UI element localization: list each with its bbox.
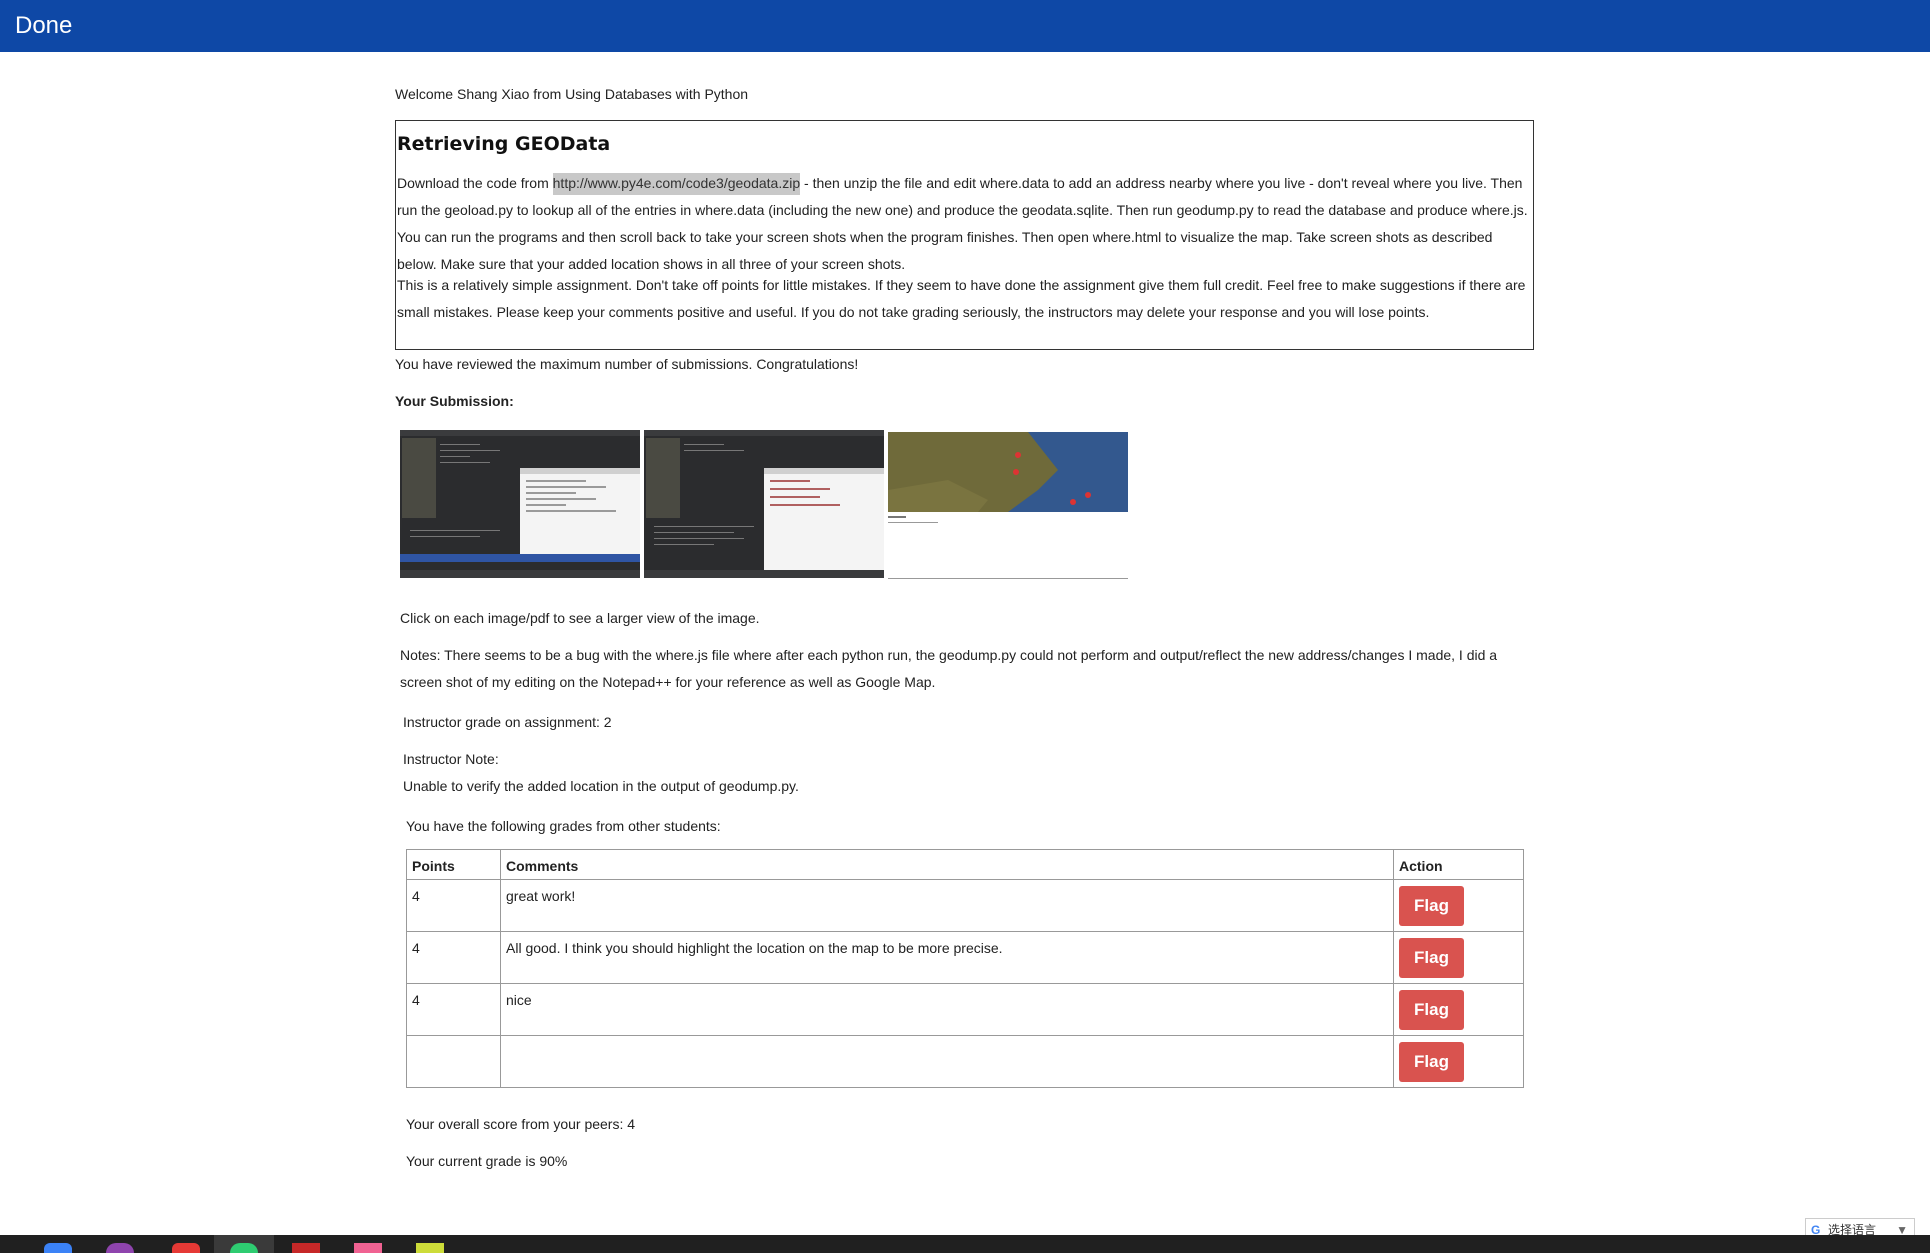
column-header-action: Action: [1393, 849, 1524, 880]
table-row: 4 All good. I think you should highlight…: [406, 931, 1524, 984]
instructor-note: Unable to verify the added location in t…: [403, 778, 799, 794]
points-cell: 4: [406, 983, 501, 1036]
map-thumbnail-icon: [888, 432, 1128, 523]
current-grade: Your current grade is 90%: [406, 1153, 568, 1169]
action-cell: Flag: [1393, 983, 1524, 1036]
assignment-box: Retrieving GEOData Download the code fro…: [395, 120, 1534, 350]
taskbar-app-icon[interactable]: [416, 1243, 444, 1253]
assignment-title: Retrieving GEOData: [397, 133, 611, 155]
os-taskbar: [0, 1235, 1930, 1253]
column-header-points: Points: [406, 849, 501, 880]
taskbar-app-icon[interactable]: [354, 1243, 382, 1253]
comment-cell: nice: [500, 983, 1394, 1036]
reviewed-message: You have reviewed the maximum number of …: [395, 356, 859, 372]
flag-button[interactable]: Flag: [1399, 1042, 1464, 1082]
comment-cell: great work!: [500, 879, 1394, 932]
flag-button[interactable]: Flag: [1399, 990, 1464, 1030]
taskbar-app-icon[interactable]: [230, 1243, 258, 1253]
submission-label: Your Submission:: [395, 393, 514, 409]
table-header-row: Points Comments Action: [406, 849, 1524, 880]
overall-peer-score: Your overall score from your peers: 4: [406, 1116, 636, 1132]
action-cell: Flag: [1393, 931, 1524, 984]
comment-cell: [500, 1035, 1394, 1088]
submission-image-1[interactable]: [400, 430, 640, 578]
table-row: 4 great work! Flag: [406, 879, 1524, 932]
taskbar-app-icon[interactable]: [106, 1243, 134, 1253]
taskbar-app-icon[interactable]: [172, 1243, 200, 1253]
flag-button[interactable]: Flag: [1399, 938, 1464, 978]
submission-notes: Notes: There seems to be a bug with the …: [400, 647, 1498, 690]
table-row: Flag: [406, 1035, 1524, 1088]
instructor-grade: Instructor grade on assignment: 2: [403, 714, 612, 730]
action-cell: Flag: [1393, 1035, 1524, 1088]
top-bar: Done: [0, 0, 1930, 52]
points-cell: 4: [406, 879, 501, 932]
action-cell: Flag: [1393, 879, 1524, 932]
grading-guidance: This is a relatively simple assignment. …: [397, 277, 1526, 320]
page-title[interactable]: Done: [15, 12, 72, 40]
instructions-text: Download the code from: [397, 175, 553, 191]
submission-image-3[interactable]: [888, 430, 1128, 579]
screenshot-thumbnail-icon: [400, 430, 640, 578]
download-link[interactable]: http://www.py4e.com/code3/geodata.zip: [552, 173, 801, 195]
table-row: 4 nice Flag: [406, 983, 1524, 1036]
points-cell: 4: [406, 931, 501, 984]
welcome-text: Welcome Shang Xiao from Using Databases …: [395, 86, 749, 102]
submission-image-2[interactable]: [644, 430, 884, 578]
click-hint: Click on each image/pdf to see a larger …: [400, 610, 760, 626]
peer-grades-table: Points Comments Action 4 great work! Fla…: [406, 849, 1524, 1088]
column-header-comments: Comments: [500, 849, 1394, 880]
comment-cell: All good. I think you should highlight t…: [500, 931, 1394, 984]
taskbar-app-icon[interactable]: [292, 1243, 320, 1253]
assignment-instructions: Download the code from http://www.py4e.c…: [397, 170, 1531, 278]
flag-button[interactable]: Flag: [1399, 886, 1464, 926]
instructor-note-label: Instructor Note:: [403, 751, 499, 767]
grades-intro: You have the following grades from other…: [406, 818, 721, 834]
taskbar-app-icon[interactable]: [44, 1243, 72, 1253]
points-cell: [406, 1035, 501, 1088]
screenshot-thumbnail-icon: [644, 430, 884, 578]
